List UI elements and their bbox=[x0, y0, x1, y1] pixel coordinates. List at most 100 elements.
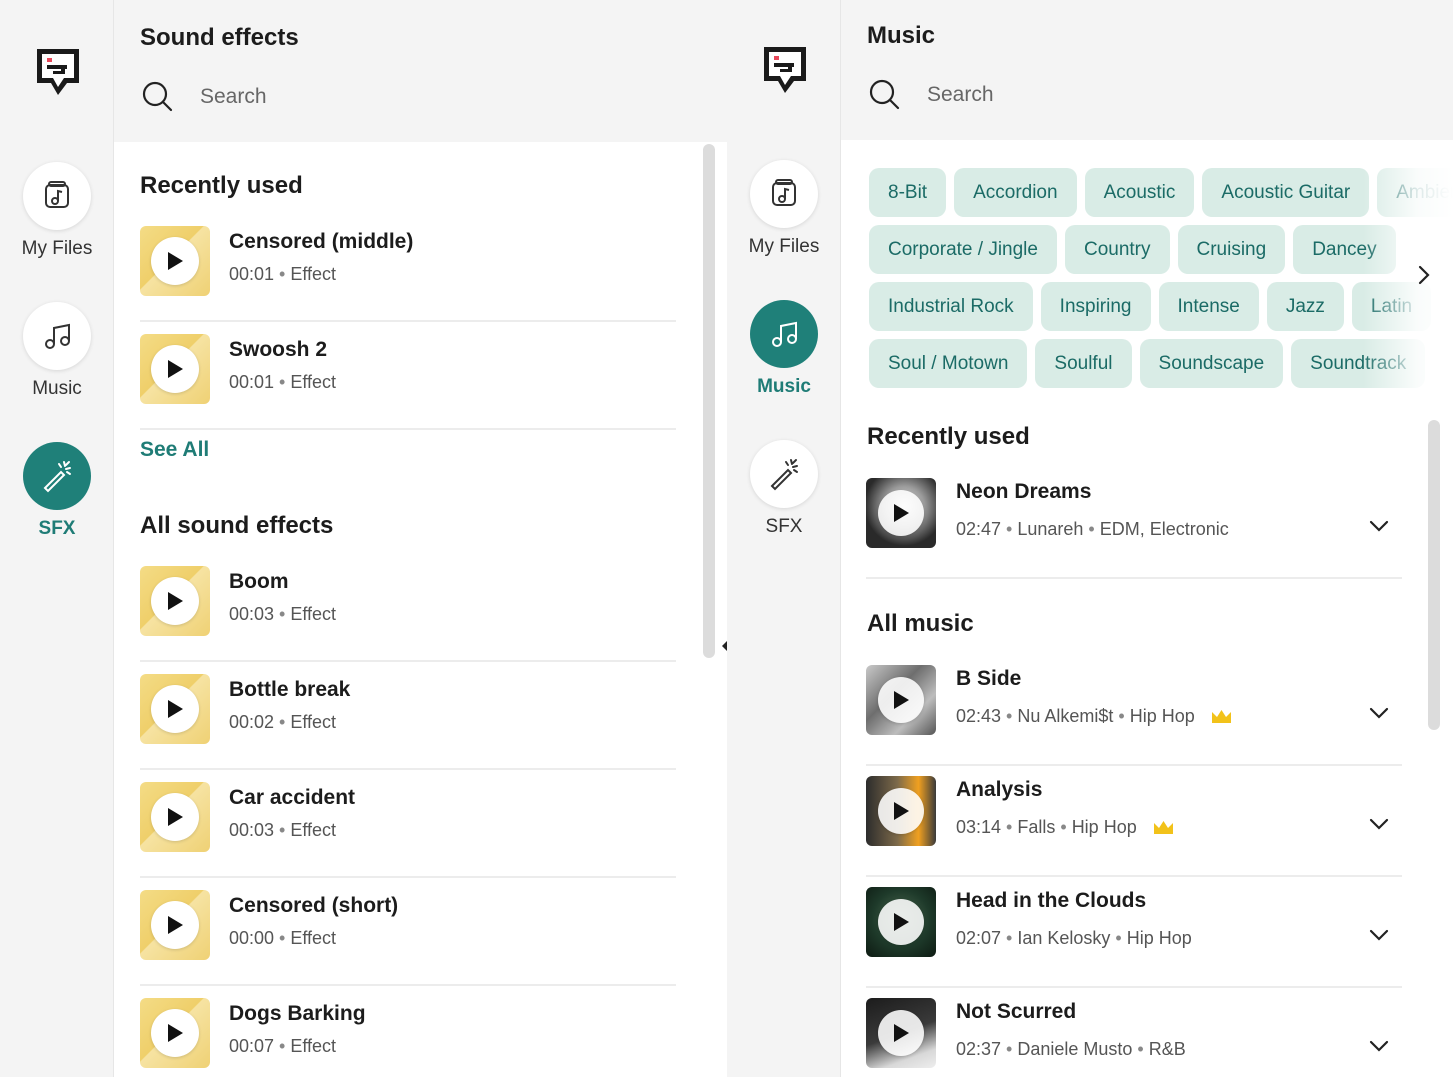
genre-chip[interactable]: Intense bbox=[1158, 282, 1259, 331]
genre-chip[interactable]: Industrial Rock bbox=[869, 282, 1033, 331]
scrollbar[interactable] bbox=[703, 144, 715, 658]
genre-chip[interactable]: Dancey bbox=[1293, 225, 1396, 274]
list-item[interactable]: Analysis 03:14 • Falls • Hip Hop bbox=[866, 766, 1402, 877]
play-icon[interactable] bbox=[878, 899, 924, 945]
music-file-icon bbox=[750, 160, 818, 228]
sfx-list[interactable]: Recently used Censored (middle) 00:01 • Ef… bbox=[114, 142, 727, 1077]
chevron-down-icon[interactable] bbox=[1368, 518, 1390, 534]
track-title: B Side bbox=[956, 667, 1022, 690]
rail-item-sfx[interactable]: SFX bbox=[727, 440, 841, 538]
music-panel: Music 8-Bit Accordion Acoustic Acoustic … bbox=[841, 0, 1453, 1077]
scrollbar[interactable] bbox=[1428, 420, 1440, 730]
rail-label: Music bbox=[757, 376, 811, 397]
list-item[interactable]: Censored (middle) 00:01 • Effect bbox=[140, 214, 676, 322]
section-title-all: All music bbox=[867, 610, 974, 637]
item-duration: 00:00 bbox=[229, 928, 275, 948]
list-item[interactable]: Swoosh 2 00:01 • Effect bbox=[140, 322, 676, 430]
play-icon[interactable] bbox=[878, 677, 924, 723]
item-meta: 00:01 • Effect bbox=[229, 264, 337, 284]
genre-chip[interactable]: 8-Bit bbox=[869, 168, 947, 217]
chevron-down-icon[interactable] bbox=[1368, 927, 1390, 943]
track-meta: 02:47 • Lunareh • EDM, Electronic bbox=[956, 519, 1229, 539]
rail-item-my-files[interactable]: My Files bbox=[0, 162, 114, 260]
play-icon[interactable] bbox=[151, 237, 199, 285]
play-icon[interactable] bbox=[878, 1010, 924, 1056]
item-title: Car accident bbox=[229, 786, 356, 809]
track-artist: Ian Kelosky bbox=[1017, 928, 1111, 948]
genre-chip[interactable]: Cruising bbox=[1177, 225, 1286, 274]
play-icon[interactable] bbox=[878, 490, 924, 536]
sfx-thumbnail bbox=[140, 890, 210, 960]
item-duration: 00:03 bbox=[229, 604, 275, 624]
search-input[interactable] bbox=[927, 83, 1227, 107]
see-all-link[interactable]: See All bbox=[140, 438, 209, 462]
app-logo-icon bbox=[764, 47, 806, 93]
genre-chip[interactable]: Soul / Motown bbox=[869, 339, 1028, 388]
list-item[interactable]: Boom 00:03 • Effect bbox=[140, 554, 676, 662]
track-thumbnail bbox=[866, 998, 936, 1068]
music-list[interactable]: 8-Bit Accordion Acoustic Acoustic Guitar… bbox=[841, 140, 1453, 1077]
music-header: Music bbox=[841, 0, 1453, 140]
rail-item-music[interactable]: Music bbox=[0, 302, 114, 400]
item-duration: 00:07 bbox=[229, 1036, 275, 1056]
rail-label: SFX bbox=[38, 518, 76, 539]
play-icon[interactable] bbox=[151, 685, 199, 733]
genre-chip[interactable]: Ambient bbox=[1377, 168, 1453, 217]
play-icon[interactable] bbox=[151, 577, 199, 625]
search-icon bbox=[869, 79, 900, 110]
list-item[interactable]: Not Scurred 02:37 • Daniele Musto • R&B bbox=[866, 988, 1402, 1077]
genre-chip[interactable]: Inspiring bbox=[1040, 282, 1151, 331]
section-title-recent: Recently used bbox=[867, 423, 1030, 450]
genre-chip[interactable]: Accordion bbox=[954, 168, 1077, 217]
track-artist: Falls bbox=[1017, 817, 1056, 837]
genre-chip[interactable]: Corporate / Jingle bbox=[869, 225, 1057, 274]
list-item[interactable]: Head in the Clouds 02:07 • Ian Kelosky • Hip… bbox=[866, 877, 1402, 988]
rail-label: Music bbox=[32, 378, 82, 399]
genre-chip[interactable]: Acoustic Guitar bbox=[1202, 168, 1370, 217]
chevron-right-icon[interactable] bbox=[1413, 262, 1435, 288]
play-icon[interactable] bbox=[151, 901, 199, 949]
item-duration: 00:01 bbox=[229, 372, 275, 392]
list-item[interactable]: Car accident 00:03 • Effect bbox=[140, 770, 676, 878]
genre-chip[interactable]: Soulful bbox=[1035, 339, 1132, 388]
list-item[interactable]: Censored (short) 00:00 • Effect bbox=[140, 878, 676, 986]
sfx-search bbox=[142, 78, 500, 116]
chevron-down-icon[interactable] bbox=[1368, 816, 1390, 832]
genre-chip[interactable]: Country bbox=[1064, 225, 1170, 274]
rail-item-music[interactable]: Music bbox=[727, 300, 841, 398]
rail-item-my-files[interactable]: My Files bbox=[727, 160, 841, 258]
list-item[interactable]: Dogs Barking 00:07 • Effect bbox=[140, 986, 676, 1077]
play-icon[interactable] bbox=[878, 788, 924, 834]
track-duration: 03:14 bbox=[956, 817, 1002, 837]
music-file-icon bbox=[23, 162, 91, 230]
play-icon[interactable] bbox=[151, 793, 199, 841]
sfx-thumbnail bbox=[140, 998, 210, 1068]
genre-chip[interactable]: Soundscape bbox=[1139, 339, 1284, 388]
track-duration: 02:37 bbox=[956, 1039, 1002, 1059]
item-duration: 00:03 bbox=[229, 820, 275, 840]
list-item[interactable]: Neon Dreams 02:47 • Lunareh • EDM, Electroni… bbox=[866, 468, 1402, 579]
play-icon[interactable] bbox=[151, 1009, 199, 1057]
search-input[interactable] bbox=[200, 85, 500, 109]
genre-chip[interactable]: Soundtrack bbox=[1291, 339, 1426, 388]
genre-chip[interactable]: Jazz bbox=[1266, 282, 1344, 331]
track-thumbnail bbox=[866, 776, 936, 846]
rail-label: My Files bbox=[21, 238, 93, 259]
music-search bbox=[869, 76, 1227, 114]
track-genre: EDM, Electronic bbox=[1099, 519, 1229, 539]
track-meta: 02:43 • Nu Alkemi$t • Hip Hop bbox=[956, 706, 1232, 727]
genre-chip[interactable]: Acoustic bbox=[1084, 168, 1195, 217]
chevron-down-icon[interactable] bbox=[1368, 705, 1390, 721]
list-item[interactable]: Bottle break 00:02 • Effect bbox=[140, 662, 676, 770]
premium-crown-icon bbox=[1211, 710, 1231, 723]
play-icon[interactable] bbox=[151, 345, 199, 393]
track-duration: 02:43 bbox=[956, 706, 1002, 726]
track-title: Neon Dreams bbox=[956, 480, 1092, 503]
list-item[interactable]: B Side 02:43 • Nu Alkemi$t • Hip Hop bbox=[866, 655, 1402, 766]
chevron-down-icon[interactable] bbox=[1368, 1038, 1390, 1054]
item-meta: 00:07 • Effect bbox=[229, 1036, 337, 1056]
track-thumbnail bbox=[866, 665, 936, 735]
rail-item-sfx[interactable]: SFX bbox=[0, 442, 114, 540]
genre-chip[interactable]: Latin bbox=[1351, 282, 1432, 331]
track-genre: R&B bbox=[1148, 1039, 1186, 1059]
